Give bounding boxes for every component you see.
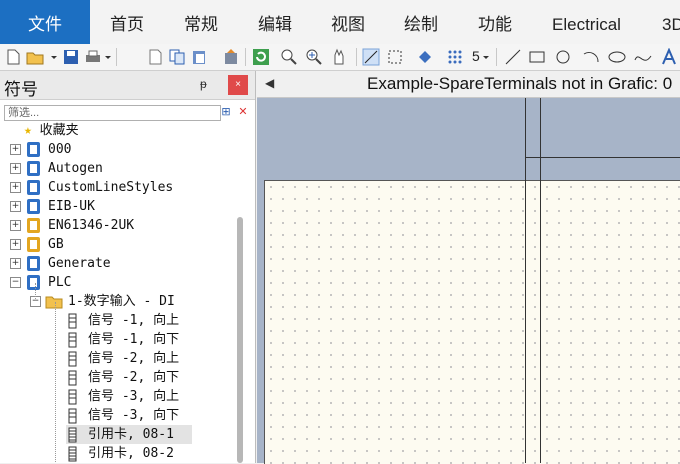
paint-icon[interactable]: [416, 48, 434, 66]
zoom-in-icon[interactable]: [305, 48, 323, 66]
filter-clear-icon[interactable]: ✕: [236, 105, 250, 119]
refresh-icon[interactable]: [252, 48, 270, 66]
expand-icon[interactable]: +: [10, 163, 21, 174]
symbol-tree: ★ 收藏夹 + 000 + Autogen + CustomLineStyles…: [0, 121, 232, 463]
toolbar: 5: [0, 44, 680, 71]
tree-node-symbol[interactable]: 引用卡, 08-2: [0, 444, 232, 463]
library-icon: [27, 218, 40, 233]
expand-icon[interactable]: +: [10, 220, 21, 231]
library-icon: [27, 180, 40, 195]
folder-icon: [45, 296, 63, 309]
menu-function[interactable]: 功能: [478, 0, 512, 44]
tree-node-symbol[interactable]: 信号 -1, 向上: [0, 311, 232, 330]
expand-icon[interactable]: +: [10, 201, 21, 212]
circle-icon[interactable]: [554, 48, 572, 66]
filter-apply-icon[interactable]: ⊞: [219, 105, 233, 119]
scrollbar-thumb[interactable]: [237, 217, 243, 463]
ellipse-icon[interactable]: [608, 48, 626, 66]
grid-icon[interactable]: [446, 48, 464, 66]
menu-edit[interactable]: 编辑: [258, 0, 292, 44]
menu-file[interactable]: 文件: [0, 0, 90, 44]
print-icon[interactable]: [84, 48, 102, 66]
pin-icon[interactable]: ᵽ: [200, 77, 207, 91]
tree-scrollbar[interactable]: [236, 121, 244, 463]
frame-border-line: [540, 180, 541, 463]
save-icon[interactable]: [62, 48, 80, 66]
star-icon: ★: [24, 123, 32, 138]
paste-icon[interactable]: [190, 48, 208, 66]
terminal-symbol-icon: [68, 408, 77, 424]
curve-icon[interactable]: [634, 48, 652, 66]
card-symbol-icon: [68, 427, 77, 443]
tree-node-library[interactable]: + 000: [0, 140, 232, 159]
tree-node-library[interactable]: + EIB-UK: [0, 197, 232, 216]
library-icon: [27, 161, 40, 176]
library-icon: [27, 237, 40, 252]
open-icon[interactable]: [26, 48, 44, 66]
tree-node-library[interactable]: + Autogen: [0, 159, 232, 178]
close-icon[interactable]: ×: [228, 75, 248, 95]
export-icon[interactable]: [222, 48, 240, 66]
terminal-symbol-icon: [68, 370, 77, 386]
panel-title: 符号: [4, 80, 38, 99]
page-icon[interactable]: [146, 48, 164, 66]
expand-icon[interactable]: +: [10, 258, 21, 269]
panel-header: 符号 ᵽ ×: [0, 71, 255, 100]
terminal-symbol-icon: [68, 313, 77, 329]
library-icon: [27, 256, 40, 271]
pan-icon[interactable]: [330, 48, 348, 66]
arc-icon[interactable]: [582, 48, 600, 66]
copy-icon[interactable]: [168, 48, 186, 66]
collapse-icon[interactable]: −: [10, 277, 21, 288]
filter-input[interactable]: 筛选...: [4, 105, 221, 121]
chevron-down-icon[interactable]: [104, 48, 112, 66]
tree-node-symbol-selected[interactable]: 引用卡, 08-1: [66, 425, 192, 444]
terminal-symbol-icon: [68, 351, 77, 367]
tree-node-symbol[interactable]: 信号 -1, 向下: [0, 330, 232, 349]
document-title[interactable]: Example-SpareTerminals not in Grafic: 0: [367, 74, 672, 94]
terminal-symbol-icon: [68, 389, 77, 405]
symbol-panel: 符号 ᵽ × 筛选... ⊞ ✕ ★ 收藏夹 + 000 + Autogen +…: [0, 71, 256, 463]
library-icon: [27, 275, 40, 290]
rectangle-icon[interactable]: [528, 48, 546, 66]
ribbon-menu-bar: 文件 首页 常规 编辑 视图 绘制 功能 Electrical 3D: [0, 0, 680, 45]
expand-icon[interactable]: +: [10, 144, 21, 155]
frame-border-line: [525, 157, 680, 158]
tree-node-favorites[interactable]: ★ 收藏夹: [24, 121, 79, 140]
menu-3d[interactable]: 3D: [662, 0, 680, 44]
frame-border-line: [525, 180, 526, 463]
library-icon: [27, 199, 40, 214]
menu-general[interactable]: 常规: [184, 0, 218, 44]
scroll-left-icon[interactable]: ◀: [265, 76, 274, 90]
tree-node-library[interactable]: + Generate: [0, 254, 232, 273]
tree-node-library[interactable]: + GB: [0, 235, 232, 254]
tree-node-symbol[interactable]: 信号 -2, 向下: [0, 368, 232, 387]
document-area: ◀ Example-SpareTerminals not in Grafic: …: [257, 71, 680, 464]
document-tab-bar: ◀ Example-SpareTerminals not in Grafic: …: [257, 71, 680, 98]
menu-draw[interactable]: 绘制: [404, 0, 438, 44]
chevron-down-icon[interactable]: [482, 48, 490, 66]
select-icon[interactable]: [362, 48, 380, 66]
library-icon: [27, 142, 40, 157]
drawing-canvas[interactable]: [264, 180, 680, 464]
fit-icon[interactable]: [386, 48, 404, 66]
grid-value[interactable]: 5: [472, 48, 480, 64]
terminal-symbol-icon: [68, 332, 77, 348]
tree-node-symbol[interactable]: 信号 -3, 向下: [0, 406, 232, 425]
tree-node-symbol[interactable]: 信号 -3, 向上: [0, 387, 232, 406]
menu-electrical[interactable]: Electrical: [552, 0, 621, 44]
zoom-out-icon[interactable]: [280, 48, 298, 66]
chevron-down-icon[interactable]: [50, 48, 58, 66]
tree-node-symbol[interactable]: 信号 -2, 向上: [0, 349, 232, 368]
card-symbol-icon: [68, 446, 77, 462]
expand-icon[interactable]: +: [10, 182, 21, 193]
expand-icon[interactable]: +: [10, 239, 21, 250]
menu-view[interactable]: 视图: [331, 0, 365, 44]
new-icon[interactable]: [4, 48, 22, 66]
tree-node-library[interactable]: + CustomLineStyles: [0, 178, 232, 197]
text-icon[interactable]: [660, 48, 678, 66]
menu-home[interactable]: 首页: [110, 0, 144, 44]
line-icon[interactable]: [504, 48, 522, 66]
tree-node-library[interactable]: + EN61346-2UK: [0, 216, 232, 235]
